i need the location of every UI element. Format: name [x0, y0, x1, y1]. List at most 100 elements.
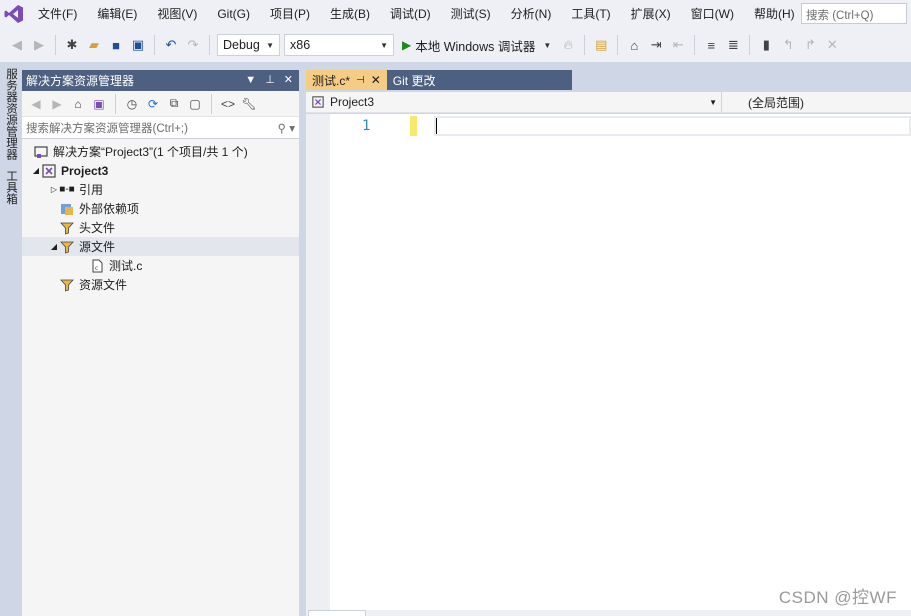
tree-item-header-files[interactable]: 头文件 — [22, 218, 299, 237]
server-explorer-tab[interactable]: 服务器资源管理器 — [3, 62, 19, 164]
save-icon[interactable]: ■ — [107, 36, 125, 54]
project-icon — [42, 163, 56, 178]
window-position-icon[interactable]: ▼ — [245, 70, 256, 91]
editor-gutter[interactable] — [306, 114, 330, 610]
svg-text:c: c — [95, 265, 98, 272]
tree-item-references[interactable]: ▷ ■-■ 引用 — [22, 180, 299, 199]
tree-item-external-dependencies[interactable]: 外部依赖项 — [22, 199, 299, 218]
tree-item-solution[interactable]: 解决方案“Project3”(1 个项目/共 1 个) — [22, 142, 299, 161]
save-all-icon[interactable]: ▣ — [129, 36, 147, 54]
visual-studio-window: 文件(F) 编辑(E) 视图(V) Git(G) 项目(P) 生成(B) 调试(… — [0, 0, 911, 616]
toolbar-separator — [154, 35, 155, 55]
menu-file[interactable]: 文件(F) — [28, 0, 87, 28]
switch-views-icon[interactable]: ▣ — [91, 96, 107, 112]
platform-select[interactable]: x86 ▼ — [284, 34, 394, 56]
platform-value: x86 — [290, 38, 311, 52]
menu-help[interactable]: 帮助(H) — [744, 0, 805, 28]
solution-tree: 解决方案“Project3”(1 个项目/共 1 个) ◢ Project3 ▷… — [22, 139, 299, 294]
bookmark-icon[interactable]: ▮ — [757, 36, 775, 54]
menu-tools[interactable]: 工具(T) — [561, 0, 620, 28]
redo-icon[interactable]: ↷ — [184, 36, 202, 54]
filter-folder-icon — [60, 240, 74, 254]
tree-item-label: 资源文件 — [79, 278, 128, 292]
next-bookmark-icon[interactable]: ↱ — [801, 36, 819, 54]
menu-analyze[interactable]: 分析(N) — [501, 0, 562, 28]
menu-window[interactable]: 窗口(W) — [681, 0, 744, 28]
zoom-select[interactable] — [308, 610, 366, 616]
chevron-down-icon: ▼ — [380, 40, 388, 50]
close-icon[interactable]: ✕ — [284, 70, 293, 91]
comment-icon[interactable]: ≡ — [702, 36, 720, 54]
pin-icon[interactable]: ⊥ — [265, 70, 275, 91]
solution-explorer-title: 解决方案资源管理器 — [26, 74, 135, 88]
tab-source-file[interactable]: 测试.c* ⊣ ✕ — [306, 70, 387, 90]
undo-icon[interactable]: ↶ — [162, 36, 180, 54]
collapsed-arrow-icon[interactable]: ▷ — [48, 185, 60, 194]
start-debugging-button[interactable]: ▶ 本地 Windows 调试器 ▼ — [398, 36, 555, 55]
play-icon: ▶ — [402, 38, 412, 52]
menu-test[interactable]: 测试(S) — [441, 0, 501, 28]
tree-item-project[interactable]: ◢ Project3 — [22, 161, 299, 180]
menu-git[interactable]: Git(G) — [207, 0, 260, 28]
indent-icon[interactable]: ⇤ — [669, 36, 687, 54]
menu-extensions[interactable]: 扩展(X) — [621, 0, 681, 28]
tree-item-resource-files[interactable]: 资源文件 — [22, 275, 299, 294]
menu-debug[interactable]: 调试(D) — [380, 0, 441, 28]
tab-git-changes[interactable]: Git 更改 — [386, 70, 572, 90]
project-dropdown-value: Project3 — [330, 95, 375, 109]
code-editor[interactable]: 1 — [306, 114, 911, 610]
configuration-select[interactable]: Debug ▼ — [217, 34, 280, 56]
tree-item-source-file[interactable]: c 测试.c — [22, 256, 299, 275]
toolbox-tab[interactable]: 工具箱 — [3, 164, 19, 209]
search-input[interactable]: 搜索 (Ctrl+Q) — [801, 3, 907, 24]
toolbar-separator — [694, 35, 696, 55]
solution-explorer-search-input[interactable]: 搜索解决方案资源管理器(Ctrl+;) ⚲ ▾ — [22, 117, 299, 139]
show-all-files-icon[interactable]: ▢ — [187, 96, 203, 112]
pending-changes-filter-icon[interactable]: ◷ — [124, 96, 140, 112]
visual-studio-logo-icon[interactable] — [0, 0, 28, 28]
uncomment-icon[interactable]: ≣ — [724, 36, 742, 54]
new-item-icon[interactable]: ✱ — [63, 36, 81, 54]
tree-item-label: 源文件 — [79, 240, 116, 254]
forward-icon[interactable]: ▶ — [49, 96, 65, 112]
pin-icon[interactable]: ⊣ — [356, 75, 365, 86]
unsaved-change-marker — [410, 116, 417, 136]
step-icon[interactable]: ⇥ — [647, 36, 665, 54]
sync-icon[interactable]: ⟳ — [145, 96, 161, 112]
filter-folder-icon — [60, 278, 74, 292]
search-placeholder: 搜索解决方案资源管理器(Ctrl+;) — [26, 122, 188, 135]
watermark: CSDN @控WF — [778, 588, 897, 607]
expanded-arrow-icon[interactable]: ◢ — [48, 242, 60, 251]
toolbar-separator — [584, 35, 586, 55]
chevron-down-icon: ▼ — [266, 40, 274, 50]
editor-status-bar — [306, 610, 911, 616]
collapse-all-icon[interactable]: ⧉ — [166, 96, 182, 112]
browse-icon[interactable]: ▤ — [592, 36, 610, 54]
tree-item-source-files[interactable]: ◢ 源文件 — [22, 237, 299, 256]
clear-bookmarks-icon[interactable]: ✕ — [823, 36, 841, 54]
menu-edit[interactable]: 编辑(E) — [87, 0, 147, 28]
prev-bookmark-icon[interactable]: ↰ — [779, 36, 797, 54]
home-icon[interactable]: ⌂ — [70, 96, 86, 112]
project-dropdown[interactable]: Project3 ▼ — [306, 92, 722, 112]
properties-wrench-icon[interactable]: 🔧︎ — [241, 96, 257, 112]
open-folder-icon[interactable]: ▰ — [85, 36, 103, 54]
search-icon[interactable]: ⚲ ▾ — [278, 121, 295, 135]
toolbar-separator — [209, 35, 210, 55]
view-code-icon[interactable]: <> — [220, 96, 236, 112]
expanded-arrow-icon[interactable]: ◢ — [30, 166, 42, 175]
menu-project[interactable]: 项目(P) — [260, 0, 320, 28]
menu-build[interactable]: 生成(B) — [320, 0, 380, 28]
solution-explorer-titlebar: 解决方案资源管理器 ▼ ⊥ ✕ — [22, 70, 299, 91]
back-icon[interactable]: ◀ — [8, 36, 26, 54]
hot-reload-icon[interactable]: 🔥︎ — [559, 36, 577, 54]
scope-dropdown[interactable]: (全局范围) — [722, 92, 911, 112]
editor-tab-strip: 测试.c* ⊣ ✕ Git 更改 — [306, 70, 911, 90]
menu-view[interactable]: 视图(V) — [147, 0, 207, 28]
close-icon[interactable]: ✕ — [371, 73, 381, 87]
back-icon[interactable]: ◀ — [28, 96, 44, 112]
c-file-icon: c — [90, 259, 104, 273]
project-icon — [311, 95, 325, 109]
forward-icon[interactable]: ▶ — [30, 36, 48, 54]
screenshot-icon[interactable]: ⌂ — [625, 36, 643, 54]
